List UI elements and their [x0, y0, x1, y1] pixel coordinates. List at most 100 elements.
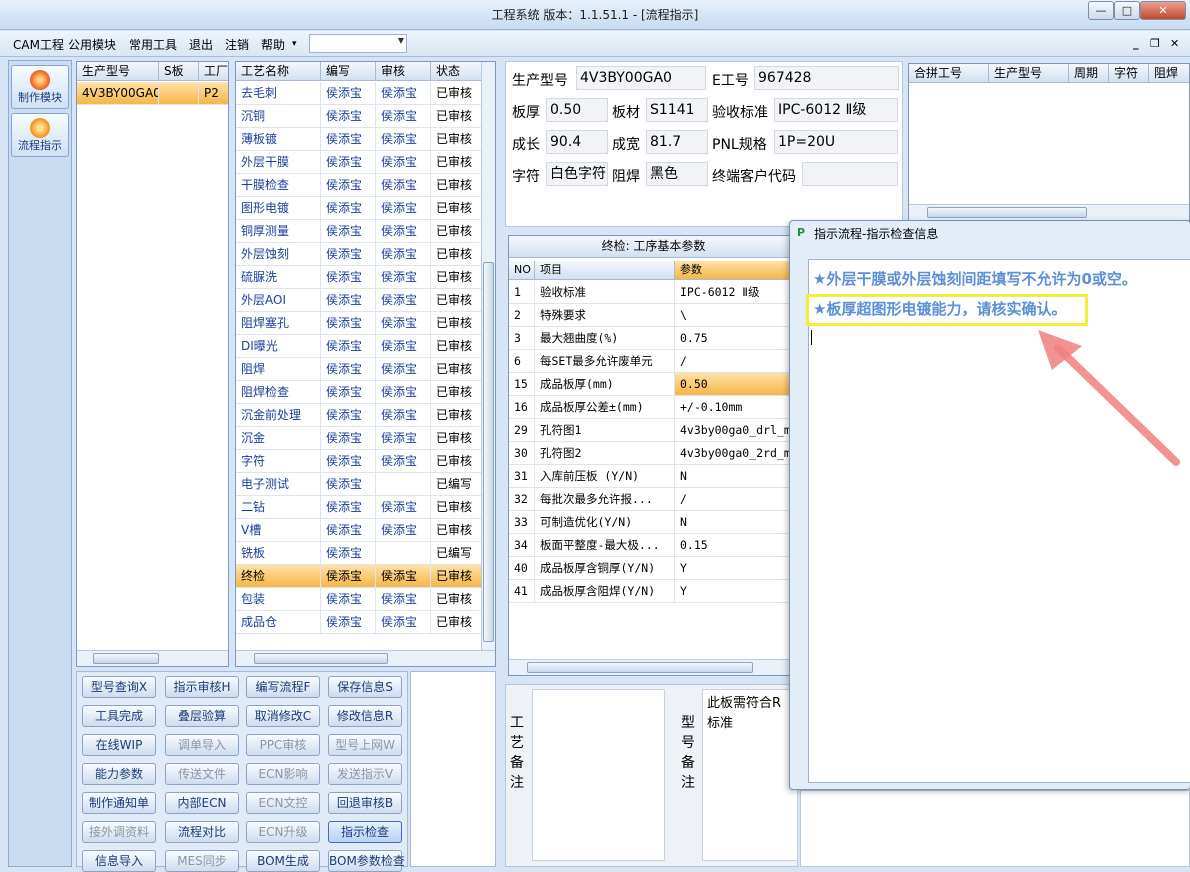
params-col-header[interactable]: NO — [509, 261, 535, 280]
menu-combo[interactable]: ▼ — [309, 34, 407, 53]
minimize-button[interactable]: — — [1088, 1, 1114, 20]
model-cell[interactable]: P2 — [199, 82, 228, 105]
process-col-header[interactable]: 审核 — [376, 62, 431, 81]
process-cell[interactable]: 已审核 — [431, 519, 483, 542]
process-cell[interactable]: 图形电镀 — [236, 197, 321, 220]
process-cell[interactable]: 侯添宝 — [376, 565, 431, 588]
process-cell[interactable]: 薄板镀 — [236, 128, 321, 151]
process-cell[interactable]: 侯添宝 — [321, 266, 376, 289]
action-button[interactable]: MES同步 — [165, 850, 239, 872]
info-value[interactable]: 白色字符 — [546, 162, 608, 186]
params-col-header[interactable]: 项目 — [535, 261, 675, 280]
process-cell[interactable]: 已审核 — [431, 128, 483, 151]
params-cell[interactable]: 成品板厚含阻焊(Y/N) — [535, 580, 675, 603]
params-cell[interactable]: 29 — [509, 419, 535, 442]
action-button[interactable]: 编写流程F — [246, 676, 320, 698]
action-button[interactable]: 传送文件 — [165, 763, 239, 785]
action-button[interactable]: 叠层验算 — [165, 705, 239, 727]
params-cell[interactable]: 32 — [509, 488, 535, 511]
process-col-header[interactable]: 编写 — [321, 62, 376, 81]
menu-common-modules[interactable]: 公用模块 — [68, 36, 116, 53]
menu-common-tools[interactable]: 常用工具 — [129, 36, 177, 53]
info-value[interactable]: 967428 — [754, 66, 899, 90]
params-cell[interactable]: / — [675, 350, 797, 373]
process-cell[interactable]: 去毛刺 — [236, 82, 321, 105]
params-hscroll[interactable] — [509, 659, 797, 675]
process-cell[interactable]: 外层干膜 — [236, 151, 321, 174]
process-cell[interactable]: 侯添宝 — [376, 174, 431, 197]
params-cell[interactable]: 每批次最多允许报... — [535, 488, 675, 511]
model-hscroll-thumb[interactable] — [93, 653, 159, 664]
menu-exit[interactable]: 退出 — [189, 36, 213, 53]
process-cell[interactable]: 已审核 — [431, 358, 483, 381]
process-cell[interactable]: 侯添宝 — [321, 197, 376, 220]
params-cell[interactable]: 孔符图2 — [535, 442, 675, 465]
params-cell[interactable]: 可制造优化(Y/N) — [535, 511, 675, 534]
model-notes-field[interactable]: 此板需符合R 标准 — [702, 689, 798, 861]
info-value[interactable]: 81.7 — [646, 130, 708, 154]
process-cell[interactable]: 沉金前处理 — [236, 404, 321, 427]
process-cell[interactable]: 侯添宝 — [376, 450, 431, 473]
params-cell[interactable]: 板面平整度-最大极... — [535, 534, 675, 557]
process-cell[interactable]: 已审核 — [431, 335, 483, 358]
params-cell[interactable]: 0.15 — [675, 534, 797, 557]
process-cell[interactable]: 已审核 — [431, 105, 483, 128]
process-cell[interactable]: 侯添宝 — [321, 565, 376, 588]
params-cell[interactable]: 特殊要求 — [535, 304, 675, 327]
action-button[interactable]: 能力参数 — [82, 763, 156, 785]
process-cell[interactable]: 侯添宝 — [376, 312, 431, 335]
process-cell[interactable]: 字符 — [236, 450, 321, 473]
action-button[interactable]: ECN文控 — [246, 792, 320, 814]
params-cell[interactable]: 孔符图1 — [535, 419, 675, 442]
action-button[interactable]: BOM参数检查 — [328, 850, 405, 872]
process-cell[interactable]: 外层蚀刻 — [236, 243, 321, 266]
process-cell[interactable]: 沉金 — [236, 427, 321, 450]
process-cell[interactable]: 已审核 — [431, 404, 483, 427]
process-vscroll[interactable] — [481, 62, 495, 650]
action-button[interactable]: 信息导入 — [82, 850, 156, 872]
action-button[interactable]: 型号查询X — [82, 676, 156, 698]
process-cell[interactable]: 侯添宝 — [321, 611, 376, 634]
action-button[interactable]: 发送指示V — [328, 763, 402, 785]
process-cell[interactable]: 侯添宝 — [376, 496, 431, 519]
info-value[interactable]: 4V3BY00GA0 — [576, 66, 706, 90]
process-cell[interactable]: 侯添宝 — [376, 611, 431, 634]
process-cell[interactable]: 已编写 — [431, 542, 483, 565]
process-cell[interactable]: V槽 — [236, 519, 321, 542]
process-cell[interactable]: 已审核 — [431, 611, 483, 634]
info-value[interactable]: S1141 — [646, 98, 708, 122]
process-cell[interactable]: 阻焊检查 — [236, 381, 321, 404]
process-cell[interactable]: 已审核 — [431, 151, 483, 174]
params-cell[interactable]: 16 — [509, 396, 535, 419]
process-cell[interactable]: 侯添宝 — [376, 358, 431, 381]
params-cell[interactable]: 40 — [509, 557, 535, 580]
params-cell[interactable]: 成品板厚(mm) — [535, 373, 675, 396]
process-cell[interactable]: 侯添宝 — [376, 197, 431, 220]
process-cell[interactable]: 侯添宝 — [321, 105, 376, 128]
process-cell[interactable]: 已审核 — [431, 588, 483, 611]
process-cell[interactable]: 侯添宝 — [321, 450, 376, 473]
model-col-header[interactable]: S板 — [159, 62, 199, 81]
params-cell[interactable]: Y — [675, 580, 797, 603]
process-cell[interactable]: 侯添宝 — [321, 519, 376, 542]
process-hscroll-thumb[interactable] — [254, 653, 388, 664]
action-button[interactable]: ECN升级 — [246, 821, 320, 843]
params-cell[interactable]: 4v3by00ga0_drl_m — [675, 419, 797, 442]
process-cell[interactable]: 已审核 — [431, 82, 483, 105]
process-cell[interactable]: 侯添宝 — [376, 128, 431, 151]
params-cell[interactable]: 1 — [509, 281, 535, 304]
process-cell[interactable]: 侯添宝 — [321, 174, 376, 197]
process-cell[interactable]: 侯添宝 — [376, 220, 431, 243]
params-col-header[interactable]: 参数 — [675, 261, 797, 280]
chevron-down-icon[interactable]: ▾ — [292, 39, 297, 49]
params-cell[interactable]: 41 — [509, 580, 535, 603]
process-cell[interactable]: 侯添宝 — [321, 151, 376, 174]
combine-col-header[interactable]: 生产型号 — [989, 64, 1069, 83]
process-cell[interactable]: 已审核 — [431, 496, 483, 519]
menu-logout[interactable]: 注销 — [225, 36, 249, 53]
action-button[interactable]: 制作通知单 — [82, 792, 156, 814]
process-cell[interactable]: 侯添宝 — [376, 82, 431, 105]
combine-col-header[interactable]: 合拼工号 — [909, 64, 989, 83]
process-cell[interactable] — [376, 542, 431, 565]
model-cell[interactable] — [159, 82, 199, 105]
